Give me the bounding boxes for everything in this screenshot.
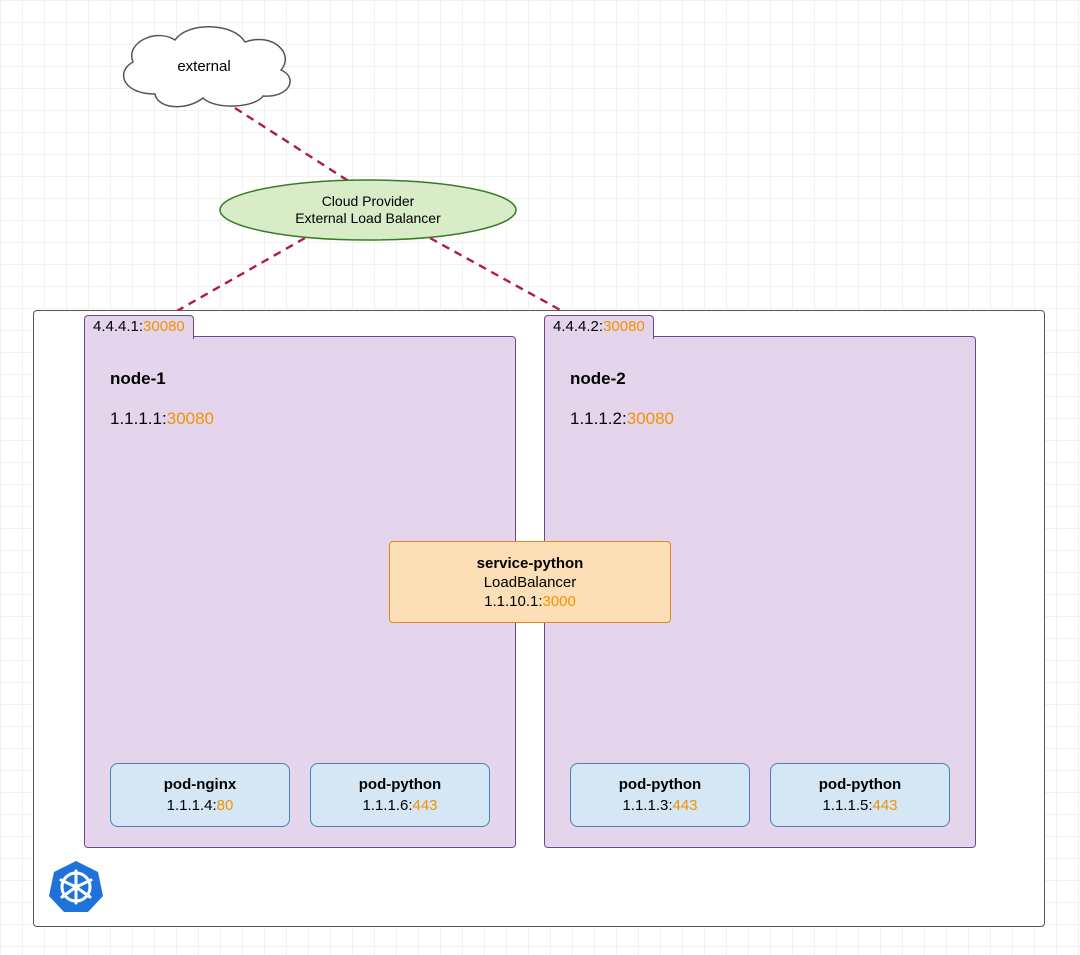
port-text: 443 (413, 797, 438, 814)
port-text: 443 (673, 797, 698, 814)
pod-name: pod-python (311, 776, 489, 793)
port-text: 30080 (143, 318, 185, 335)
external-load-balancer: Cloud Provider External Load Balancer (218, 178, 518, 242)
node-1-title: node-1 (110, 369, 166, 389)
node-1-internal-ip: 1.1.1.1:30080 (110, 409, 214, 429)
cluster-boundary: 4.4.4.1:30080 node-1 1.1.1.1:30080 pod-n… (33, 310, 1045, 927)
pod-python-n2a: pod-python 1.1.1.3:443 (570, 763, 750, 827)
ip-text: 1.1.1.1 (110, 409, 162, 428)
service-ip: 1.1.10.1:3000 (390, 593, 670, 610)
ip-text: 4.4.4.2 (553, 318, 599, 335)
pod-name: pod-nginx (111, 776, 289, 793)
pod-ip: 1.1.1.5:443 (771, 797, 949, 814)
external-cloud: external (105, 20, 303, 112)
port-text: 80 (217, 797, 234, 814)
ip-text: 1.1.1.2 (570, 409, 622, 428)
service-type: LoadBalancer (390, 574, 670, 591)
node-2-internal-ip: 1.1.1.2:30080 (570, 409, 674, 429)
pod-python-n1: pod-python 1.1.1.6:443 (310, 763, 490, 827)
node-2-title: node-2 (570, 369, 626, 389)
pod-python-n2b: pod-python 1.1.1.5:443 (770, 763, 950, 827)
pod-ip: 1.1.1.3:443 (571, 797, 749, 814)
port-text: 30080 (627, 409, 674, 428)
lb-line2: External Load Balancer (295, 210, 441, 228)
external-label: external (105, 20, 303, 112)
node-1-external-ip: 4.4.4.1:30080 (84, 315, 194, 339)
ip-text: 1.1.1.5 (822, 797, 868, 814)
service-python: service-python LoadBalancer 1.1.10.1:300… (389, 541, 671, 623)
lb-line1: Cloud Provider (295, 193, 441, 211)
node-2-external-ip: 4.4.4.2:30080 (544, 315, 654, 339)
ip-text: 1.1.10.1 (484, 593, 538, 610)
pod-nginx: pod-nginx 1.1.1.4:80 (110, 763, 290, 827)
ip-text: 1.1.1.6 (362, 797, 408, 814)
service-name: service-python (390, 555, 670, 572)
pod-name: pod-python (571, 776, 749, 793)
lb-label: Cloud Provider External Load Balancer (218, 178, 518, 242)
port-text: 3000 (543, 593, 576, 610)
port-text: 30080 (167, 409, 214, 428)
pod-name: pod-python (771, 776, 949, 793)
pod-ip: 1.1.1.6:443 (311, 797, 489, 814)
pod-ip: 1.1.1.4:80 (111, 797, 289, 814)
ip-text: 4.4.4.1 (93, 318, 139, 335)
port-text: 30080 (603, 318, 645, 335)
ip-text: 1.1.1.4 (167, 797, 213, 814)
ip-text: 1.1.1.3 (622, 797, 668, 814)
kubernetes-icon (48, 858, 104, 914)
port-text: 443 (873, 797, 898, 814)
diagram-canvas: external Cloud Provider External Load Ba… (0, 0, 1080, 955)
